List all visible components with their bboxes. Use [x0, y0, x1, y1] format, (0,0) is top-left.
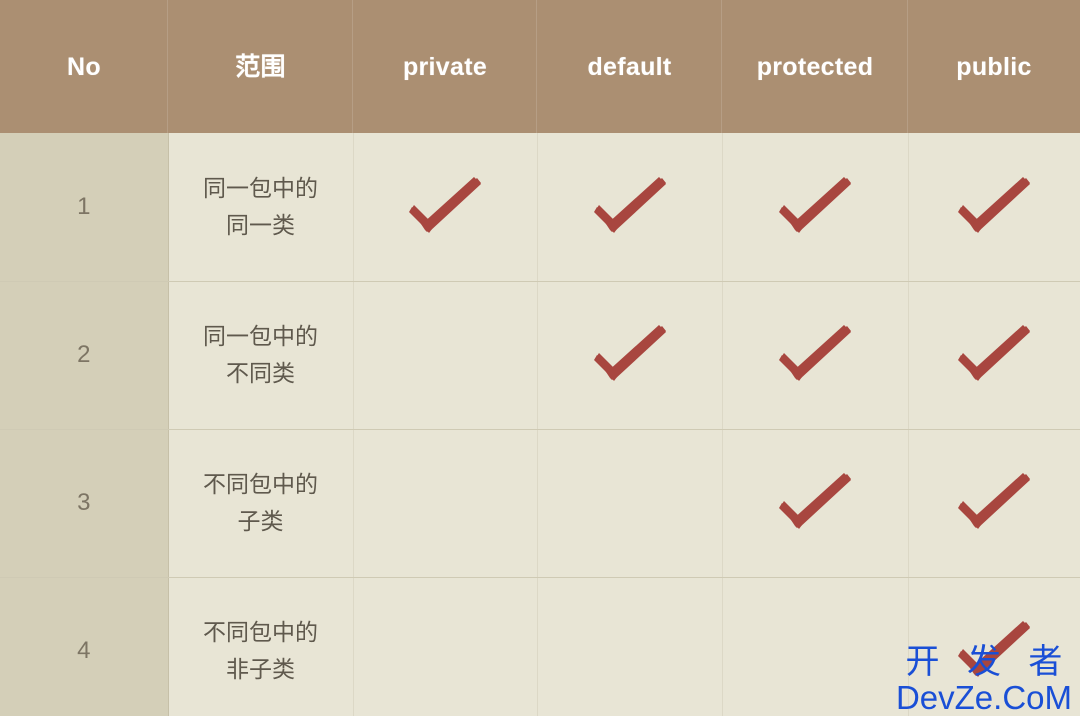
check-icon — [951, 613, 1037, 689]
row-number-cell: 4 — [0, 577, 169, 716]
column-header-scope-label: 范围 — [235, 52, 286, 81]
check-icon — [772, 465, 858, 541]
table-row: 1 同一包中的同一类 — [0, 133, 1080, 282]
check-icon — [951, 465, 1037, 541]
access-cell-protected — [722, 133, 909, 282]
access-cell-public — [908, 281, 1080, 430]
scope-description-cell: 不同包中的非子类 — [168, 577, 354, 716]
scope-description-text: 同一包中的不同类 — [203, 322, 318, 386]
access-cell-public — [908, 133, 1080, 282]
row-number-cell: 2 — [0, 281, 169, 430]
table-header: No 范围 private default protected public — [0, 0, 1080, 133]
column-header-protected: protected — [722, 0, 908, 133]
check-icon — [772, 317, 858, 393]
access-cell-public — [908, 429, 1080, 578]
access-cell-private — [353, 577, 538, 716]
check-icon — [587, 169, 673, 245]
column-header-scope: 范围 — [168, 0, 353, 133]
row-number-cell: 1 — [0, 133, 169, 282]
header-row: No 范围 private default protected public — [0, 0, 1080, 133]
column-header-public-label: public — [956, 52, 1032, 81]
row-number-cell: 3 — [0, 429, 169, 578]
access-cell-default — [537, 577, 723, 716]
check-icon — [587, 317, 673, 393]
access-cell-default — [537, 429, 723, 578]
access-cell-private — [353, 281, 538, 430]
access-cell-default — [537, 133, 723, 282]
access-modifier-table-container: No 范围 private default protected public 1… — [0, 0, 1080, 716]
check-icon — [772, 169, 858, 245]
scope-description-text: 同一包中的同一类 — [203, 174, 318, 238]
table-row: 4 不同包中的非子类 — [0, 577, 1080, 716]
java-access-modifier-table: No 范围 private default protected public 1… — [0, 0, 1080, 716]
scope-description-cell: 同一包中的同一类 — [168, 133, 354, 282]
table-body: 1 同一包中的同一类 2 同一包中的不同类 3 不同包中的子类 4 不同包中的非子类 — [0, 133, 1080, 716]
column-header-public: public — [908, 0, 1080, 133]
scope-description-text: 不同包中的非子类 — [203, 618, 318, 682]
check-icon — [951, 317, 1037, 393]
access-cell-protected — [722, 281, 909, 430]
column-header-no: No — [0, 0, 168, 133]
column-header-default-label: default — [587, 52, 672, 81]
column-header-private: private — [353, 0, 537, 133]
check-icon — [402, 169, 488, 245]
table-row: 3 不同包中的子类 — [0, 429, 1080, 578]
access-cell-private — [353, 133, 538, 282]
scope-description-cell: 同一包中的不同类 — [168, 281, 354, 430]
column-header-default: default — [537, 0, 722, 133]
scope-description-cell: 不同包中的子类 — [168, 429, 354, 578]
access-cell-public — [908, 577, 1080, 716]
scope-description-text: 不同包中的子类 — [203, 470, 318, 534]
access-cell-protected — [722, 577, 909, 716]
column-header-protected-label: protected — [756, 52, 874, 81]
access-cell-protected — [722, 429, 909, 578]
access-cell-default — [537, 281, 723, 430]
table-row: 2 同一包中的不同类 — [0, 281, 1080, 430]
check-icon — [951, 169, 1037, 245]
access-cell-private — [353, 429, 538, 578]
column-header-no-label: No — [67, 52, 101, 81]
column-header-private-label: private — [402, 52, 488, 81]
